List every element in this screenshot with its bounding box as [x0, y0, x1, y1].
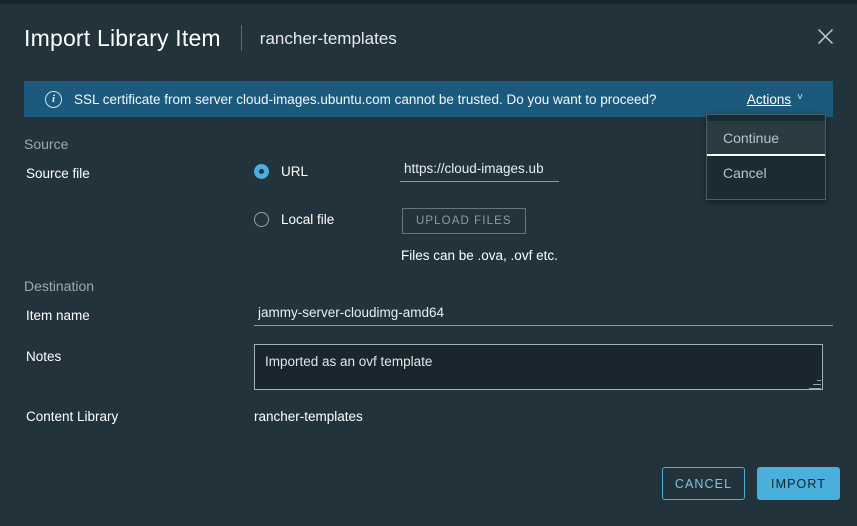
source-section-heading: Source [24, 136, 69, 152]
menu-item-continue-label: Continue [723, 129, 780, 146]
import-library-item-dialog: Import Library Item rancher-templates i … [0, 0, 857, 526]
item-name-label: Item name [26, 308, 90, 323]
notes-textarea[interactable] [254, 344, 823, 390]
source-url-input[interactable] [400, 161, 559, 182]
radio-local-file-indicator[interactable] [254, 212, 269, 227]
notes-label: Notes [26, 349, 62, 364]
import-button[interactable]: IMPORT [757, 467, 840, 500]
cancel-button[interactable]: CANCEL [662, 467, 745, 500]
radio-local-file-label: Local file [281, 212, 335, 227]
actions-dropdown-menu: Continue Cancel [706, 114, 826, 200]
radio-option-url[interactable]: URL [254, 164, 308, 179]
title-divider [240, 25, 242, 51]
alert-actions-button[interactable]: Actions ˅ [747, 92, 821, 107]
content-library-label: Content Library [26, 409, 119, 424]
menu-item-continue[interactable]: Continue [707, 121, 825, 154]
close-icon[interactable] [807, 18, 843, 54]
alert-message: SSL certificate from server cloud-images… [74, 91, 657, 107]
file-types-hint: Files can be .ova, .ovf etc. [401, 248, 558, 263]
info-circle-icon: i [45, 90, 62, 108]
content-library-value: rancher-templates [254, 409, 363, 424]
radio-url-indicator[interactable] [254, 164, 269, 179]
dialog-subtitle: rancher-templates [259, 28, 397, 48]
radio-option-local-file[interactable]: Local file [254, 212, 334, 227]
alert-actions-label: Actions [746, 91, 792, 107]
dialog-header: Import Library Item rancher-templates [0, 4, 857, 72]
radio-url-label: URL [281, 164, 309, 179]
destination-section-heading: Destination [24, 278, 95, 294]
menu-item-cancel-label: Cancel [723, 164, 767, 181]
chevron-down-icon: ˅ [797, 92, 803, 103]
upload-files-button[interactable]: UPLOAD FILES [402, 208, 526, 234]
item-name-input[interactable] [254, 305, 833, 326]
ssl-alert-banner: i SSL certificate from server cloud-imag… [24, 81, 833, 117]
page-title: Import Library Item [24, 24, 221, 51]
menu-item-cancel[interactable]: Cancel [707, 156, 825, 189]
source-file-label: Source file [26, 166, 90, 181]
